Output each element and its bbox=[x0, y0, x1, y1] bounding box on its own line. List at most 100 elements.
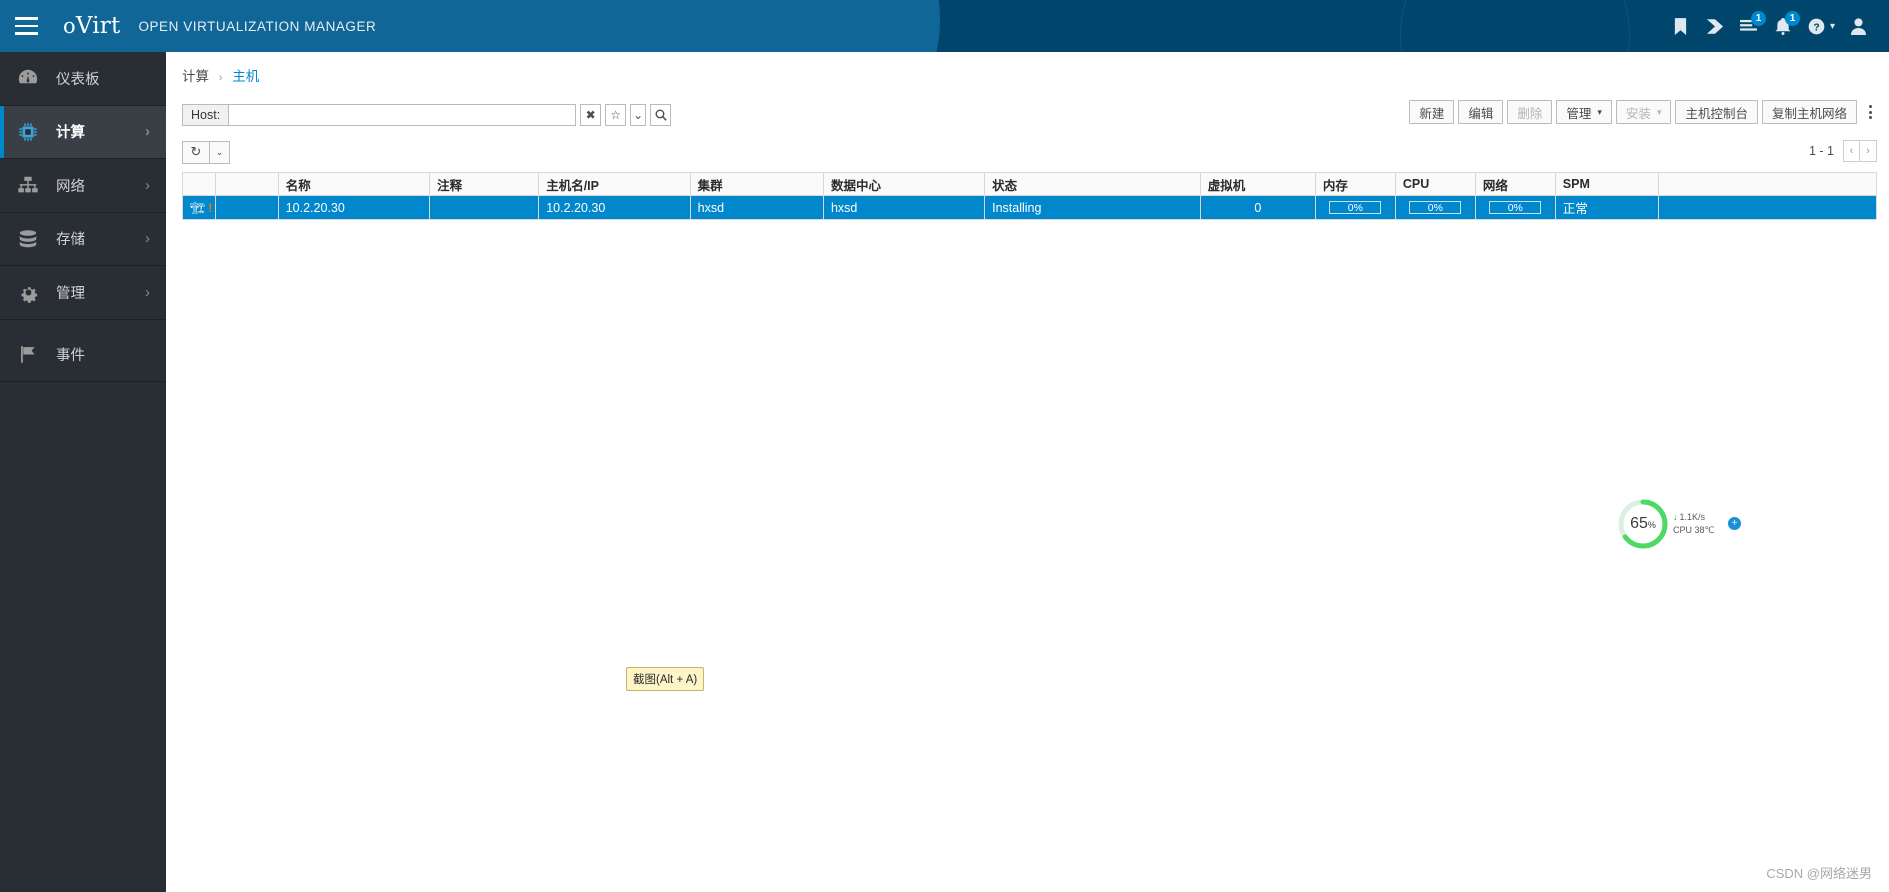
cell-cluster: hxsd bbox=[689, 195, 824, 220]
sidebar-item-dashboard[interactable]: 仪表板 bbox=[0, 52, 166, 106]
sidebar-item-label: 事件 bbox=[56, 348, 85, 365]
col-comment[interactable]: 注释 bbox=[429, 172, 540, 196]
manage-dropdown-button[interactable]: 管理 ▾ bbox=[1556, 100, 1612, 124]
col-memory[interactable]: 内存 bbox=[1314, 172, 1396, 196]
cell-extra bbox=[1657, 195, 1878, 220]
search-clear-button[interactable]: ✖ bbox=[580, 104, 602, 126]
expand-monitor-button[interactable]: + bbox=[1728, 517, 1741, 530]
cell-status-icons: 🏗 ! bbox=[182, 195, 216, 220]
new-button[interactable]: 新建 bbox=[1409, 100, 1455, 124]
system-monitor-widget[interactable]: 65% ↓ 1.1K/s CPU 38℃ + bbox=[1617, 495, 1741, 553]
copy-host-network-button[interactable]: 复制主机网络 bbox=[1761, 100, 1857, 124]
col-icon-2[interactable] bbox=[214, 172, 279, 196]
bell-icon[interactable]: 1 bbox=[1766, 0, 1800, 52]
bookmark-icon[interactable] bbox=[1664, 0, 1698, 52]
col-icon-1[interactable] bbox=[182, 172, 216, 196]
sidebar-navigation: 仪表板 计算 › 网络 › 存储 › 管理 › 事件 bbox=[0, 52, 166, 892]
sidebar-item-events[interactable]: 事件 bbox=[0, 329, 166, 382]
col-hostname-ip[interactable]: 主机名/IP bbox=[538, 172, 691, 196]
chevron-down-icon: ▾ bbox=[1597, 106, 1602, 117]
user-icon[interactable] bbox=[1841, 0, 1875, 52]
sidebar-item-label: 仪表板 bbox=[56, 71, 100, 88]
network-speed-row: ↓ 1.1K/s bbox=[1673, 511, 1715, 524]
help-icon[interactable]: ? bbox=[1800, 0, 1834, 52]
notifications-badge: 1 bbox=[1784, 11, 1800, 26]
sidebar-item-label: 存储 bbox=[56, 232, 85, 249]
sidebar-item-label: 管理 bbox=[56, 285, 85, 302]
masthead-actions: 1 1 ? ▾ bbox=[1664, 0, 1875, 52]
sidebar-item-administration[interactable]: 管理 › bbox=[0, 266, 166, 320]
logo-o: o bbox=[63, 14, 76, 38]
col-cluster[interactable]: 集群 bbox=[689, 172, 824, 196]
refresh-row: ↻ ⌄ 1 - 1 ‹ › bbox=[182, 140, 1877, 164]
cell-datacenter: hxsd bbox=[822, 195, 986, 220]
compute-icon bbox=[0, 121, 56, 143]
breadcrumb-parent[interactable]: 计算 bbox=[182, 69, 209, 84]
gear-icon bbox=[0, 282, 56, 303]
refresh-interval-chevron-down-icon[interactable]: ⌄ bbox=[210, 140, 230, 164]
logo-virt: Virt bbox=[75, 13, 121, 39]
search-group: Host: ✖ ☆ ⌄ bbox=[182, 104, 672, 126]
chevron-down-icon: ▾ bbox=[1656, 106, 1662, 117]
main-content: 计算 › 主机 Host: ✖ ☆ ⌄ 新建 编辑 删除 管理 ▾ 安装 ▾ 主… bbox=[166, 52, 1889, 892]
cpu-temperature: CPU 38℃ bbox=[1673, 525, 1715, 535]
table-header-row: 名称 注释 主机名/IP 集群 数据中心 状态 虚拟机 内存 CPU 网络 SP… bbox=[182, 172, 1878, 196]
chevron-right-icon: › bbox=[145, 123, 150, 141]
cell-vms: 0 bbox=[1199, 195, 1316, 220]
search-history-chevron-down-icon[interactable]: ⌄ bbox=[630, 104, 647, 126]
cell-name: 10.2.20.30 bbox=[277, 195, 431, 220]
network-icon bbox=[0, 174, 56, 196]
install-dropdown-button[interactable]: 安装 ▾ bbox=[1615, 100, 1672, 124]
memory-usage-bar: 0% bbox=[1329, 201, 1382, 214]
hamburger-menu-icon[interactable] bbox=[0, 0, 52, 52]
monitor-readouts: ↓ 1.1K/s CPU 38℃ bbox=[1673, 511, 1715, 537]
pagination-prev-button[interactable]: ‹ bbox=[1843, 140, 1860, 162]
more-options-kebab-icon[interactable] bbox=[1863, 100, 1877, 124]
hosts-table-wrapper: 名称 注释 主机名/IP 集群 数据中心 状态 虚拟机 内存 CPU 网络 SP… bbox=[182, 172, 1878, 220]
cell-memory: 0% bbox=[1314, 195, 1396, 220]
col-datacenter[interactable]: 数据中心 bbox=[822, 172, 986, 196]
col-vms[interactable]: 虚拟机 bbox=[1199, 172, 1316, 196]
search-submit-button[interactable] bbox=[650, 104, 672, 126]
sidebar-item-compute[interactable]: 计算 › bbox=[0, 105, 166, 159]
install-label: 安装 bbox=[1625, 106, 1651, 121]
dashboard-icon bbox=[0, 67, 56, 89]
cell-network: 0% bbox=[1474, 195, 1556, 220]
product-subtitle: OPEN VIRTUALIZATION MANAGER bbox=[138, 18, 377, 34]
col-network[interactable]: 网络 bbox=[1474, 172, 1556, 196]
cpu-usage-ring: 65% bbox=[1617, 498, 1669, 550]
download-arrow-icon: ↓ bbox=[1673, 512, 1678, 522]
refresh-button[interactable]: ↻ bbox=[182, 140, 210, 164]
sidebar-item-storage[interactable]: 存储 › bbox=[0, 213, 166, 266]
pagination-next-button[interactable]: › bbox=[1860, 140, 1877, 162]
cell-comment bbox=[429, 195, 540, 220]
col-status[interactable]: 状态 bbox=[984, 172, 1201, 196]
col-name[interactable]: 名称 bbox=[277, 172, 431, 196]
cell-hostname-ip: 10.2.20.30 bbox=[538, 195, 691, 220]
host-console-button[interactable]: 主机控制台 bbox=[1675, 100, 1758, 124]
sidebar-item-network[interactable]: 网络 › bbox=[0, 159, 166, 213]
pagination-range: 1 - 1 bbox=[1808, 144, 1834, 158]
ovirt-logo: oVirt bbox=[63, 13, 120, 39]
toolbar: Host: ✖ ☆ ⌄ 新建 编辑 删除 管理 ▾ 安装 ▾ 主机控制台 复制主… bbox=[166, 100, 1889, 130]
masthead-arc-decoration bbox=[640, 0, 940, 52]
masthead-arc-outline-decoration bbox=[1400, 0, 1630, 52]
network-speed-value: 1.1K/s bbox=[1679, 512, 1706, 522]
col-extra[interactable] bbox=[1657, 172, 1878, 196]
breadcrumb-current[interactable]: 主机 bbox=[232, 69, 259, 84]
tasks-icon[interactable]: 1 bbox=[1732, 0, 1766, 52]
col-cpu[interactable]: CPU bbox=[1394, 172, 1476, 196]
sidebar-item-label: 计算 bbox=[56, 125, 85, 142]
hosts-table: 名称 注释 主机名/IP 集群 数据中心 状态 虚拟机 内存 CPU 网络 SP… bbox=[182, 172, 1878, 220]
table-row[interactable]: 🏗 ! 10.2.20.30 10.2.20.30 hxsd hxsd Inst… bbox=[182, 195, 1878, 220]
search-input[interactable] bbox=[228, 104, 577, 126]
usage-percent: 65% bbox=[1630, 515, 1656, 532]
tag-icon[interactable] bbox=[1698, 0, 1732, 52]
chevron-right-icon: › bbox=[145, 230, 150, 248]
edit-button[interactable]: 编辑 bbox=[1458, 100, 1504, 124]
cell-status: Installing bbox=[984, 195, 1201, 220]
watermark: CSDN @网络迷男 bbox=[1766, 866, 1872, 881]
col-spm[interactable]: SPM bbox=[1554, 172, 1659, 196]
delete-button[interactable]: 删除 bbox=[1507, 100, 1553, 124]
search-bookmark-button[interactable]: ☆ bbox=[605, 104, 627, 126]
